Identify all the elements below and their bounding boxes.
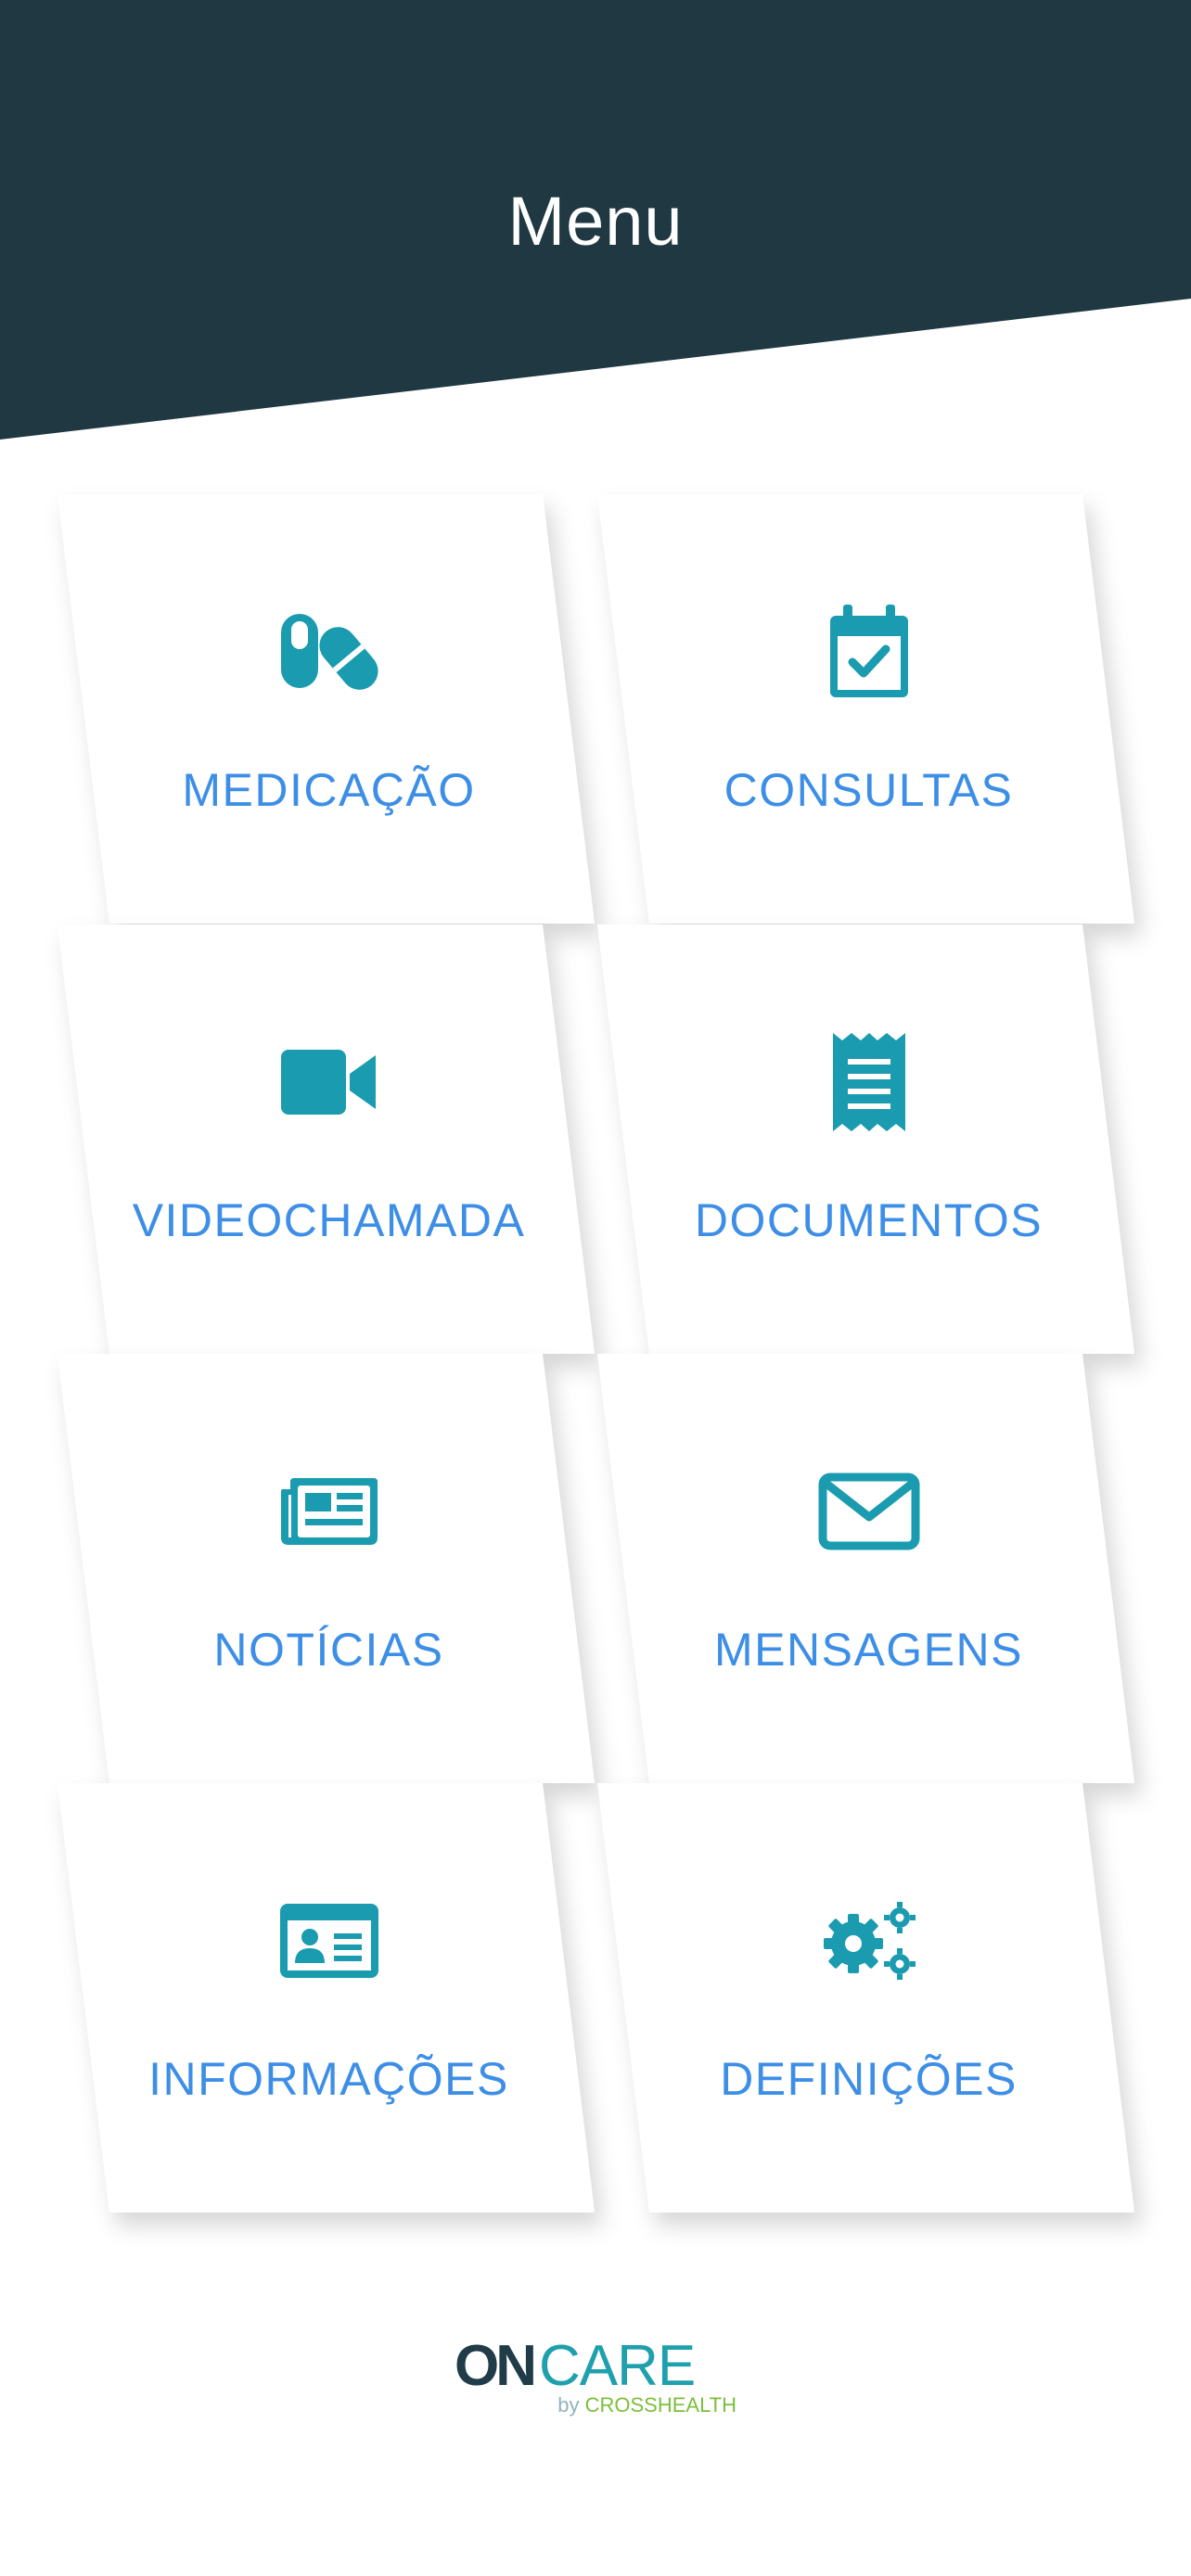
menu-tile-label: MEDICAÇÃO — [182, 764, 476, 816]
menu-tile-informacoes[interactable]: INFORMAÇÕES — [58, 1783, 600, 2213]
menu-tile-medicacao[interactable]: MEDICAÇÃO — [58, 494, 600, 924]
menu-tile-label: MENSAGENS — [713, 1624, 1023, 1676]
menu-tile-label: CONSULTAS — [724, 764, 1014, 816]
menu-tile-label: VIDEOCHAMADA — [132, 1194, 526, 1246]
menu-tile-label: DEFINIÇÕES — [720, 2053, 1018, 2105]
logo-wordmark: ON CARE — [455, 2332, 696, 2399]
menu-tile-documentos[interactable]: DOCUMENTOS — [597, 925, 1140, 1354]
envelope-icon — [813, 1456, 925, 1567]
menu-tile-videochamada[interactable]: VIDEOCHAMADA — [58, 925, 600, 1354]
menu-tile-consultas[interactable]: CONSULTAS — [597, 494, 1140, 924]
menu-tile-label: INFORMAÇÕES — [148, 2053, 509, 2105]
menu-screen: Menu MEDICAÇÃO CONSULTAS VIDEOCHAMADA DO… — [0, 0, 1191, 2576]
video-camera-icon — [274, 1027, 385, 1138]
calendar-check-icon — [813, 596, 925, 708]
logo-by-text: by — [557, 2393, 580, 2417]
menu-tile-label: DOCUMENTOS — [694, 1194, 1044, 1246]
page-title: Menu — [507, 183, 684, 260]
logo-part-on: ON — [455, 2333, 537, 2398]
menu-tile-noticias[interactable]: NOTÍCIAS — [58, 1354, 600, 1783]
logo-part-care: CARE — [539, 2333, 696, 2398]
oncare-logo: ON CARE by CROSSHEALTH — [455, 2332, 736, 2425]
menu-tile-label: NOTÍCIAS — [213, 1624, 444, 1676]
logo-brand-text: CROSSHEALTH — [584, 2393, 736, 2417]
menu-tile-mensagens[interactable]: MENSAGENS — [597, 1354, 1140, 1783]
pills-icon — [274, 596, 385, 708]
id-card-icon — [274, 1885, 385, 1996]
gears-icon — [813, 1885, 925, 1996]
menu-tile-definicoes[interactable]: DEFINIÇÕES — [597, 1783, 1140, 2213]
newspaper-icon — [274, 1456, 385, 1567]
logo-byline: by CROSSHEALTH — [557, 2393, 736, 2417]
receipt-document-icon — [813, 1027, 925, 1138]
